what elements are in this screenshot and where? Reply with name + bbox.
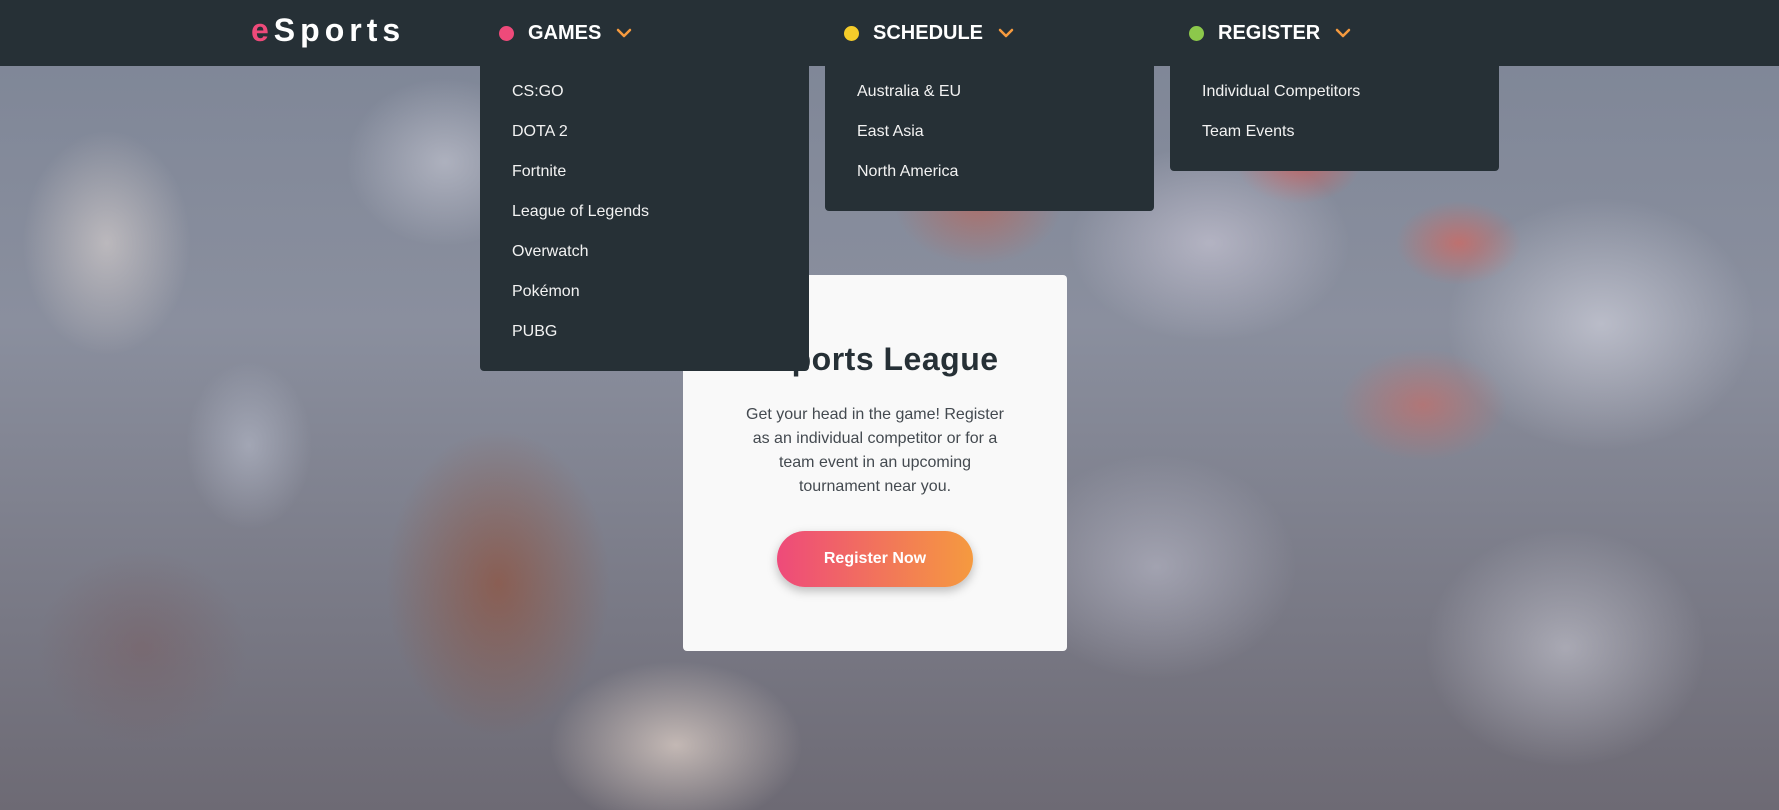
nav-schedule[interactable]: SCHEDULE	[844, 18, 1015, 48]
schedule-dropdown: Australia & EU East Asia North America	[825, 66, 1154, 211]
nav-register-label: REGISTER	[1218, 21, 1321, 44]
dropdown-item-north-america[interactable]: North America	[825, 152, 1154, 192]
logo-e: e	[251, 12, 274, 48]
nav-schedule-label: SCHEDULE	[873, 21, 984, 44]
dropdown-item-individual-competitors[interactable]: Individual Competitors	[1170, 72, 1499, 112]
nav-register[interactable]: REGISTER	[1189, 18, 1352, 48]
dropdown-item-pubg[interactable]: PUBG	[480, 312, 809, 352]
logo-text: Sports	[273, 12, 406, 48]
dropdown-item-overwatch[interactable]: Overwatch	[480, 232, 809, 272]
nav-games-label: GAMES	[528, 21, 602, 44]
register-now-button[interactable]: Register Now	[777, 531, 973, 587]
games-dropdown: CS:GO DOTA 2 Fortnite League of Legends …	[480, 66, 809, 371]
dropdown-item-australia-eu[interactable]: Australia & EU	[825, 72, 1154, 112]
dropdown-item-fortnite[interactable]: Fortnite	[480, 152, 809, 192]
dropdown-item-dota2[interactable]: DOTA 2	[480, 112, 809, 152]
nav-games[interactable]: GAMES	[499, 18, 633, 48]
top-navbar: eSports GAMES SCHEDULE REGISTER	[0, 0, 1779, 66]
site-logo[interactable]: eSports	[251, 12, 405, 49]
green-dot-icon	[1189, 25, 1204, 41]
pink-dot-icon	[499, 25, 514, 41]
chevron-down-icon	[998, 28, 1014, 38]
register-dropdown: Individual Competitors Team Events	[1170, 66, 1499, 171]
hero-description: Get your head in the game! Register as a…	[746, 406, 1004, 495]
dropdown-item-pokemon[interactable]: Pokémon	[480, 272, 809, 312]
dropdown-item-csgo[interactable]: CS:GO	[480, 72, 809, 112]
chevron-down-icon	[617, 28, 632, 38]
dropdown-item-team-events[interactable]: Team Events	[1170, 112, 1499, 152]
dropdown-item-league-of-legends[interactable]: League of Legends	[480, 192, 809, 232]
chevron-down-icon	[1336, 28, 1351, 38]
yellow-dot-icon	[844, 25, 859, 41]
dropdown-item-east-asia[interactable]: East Asia	[825, 112, 1154, 152]
